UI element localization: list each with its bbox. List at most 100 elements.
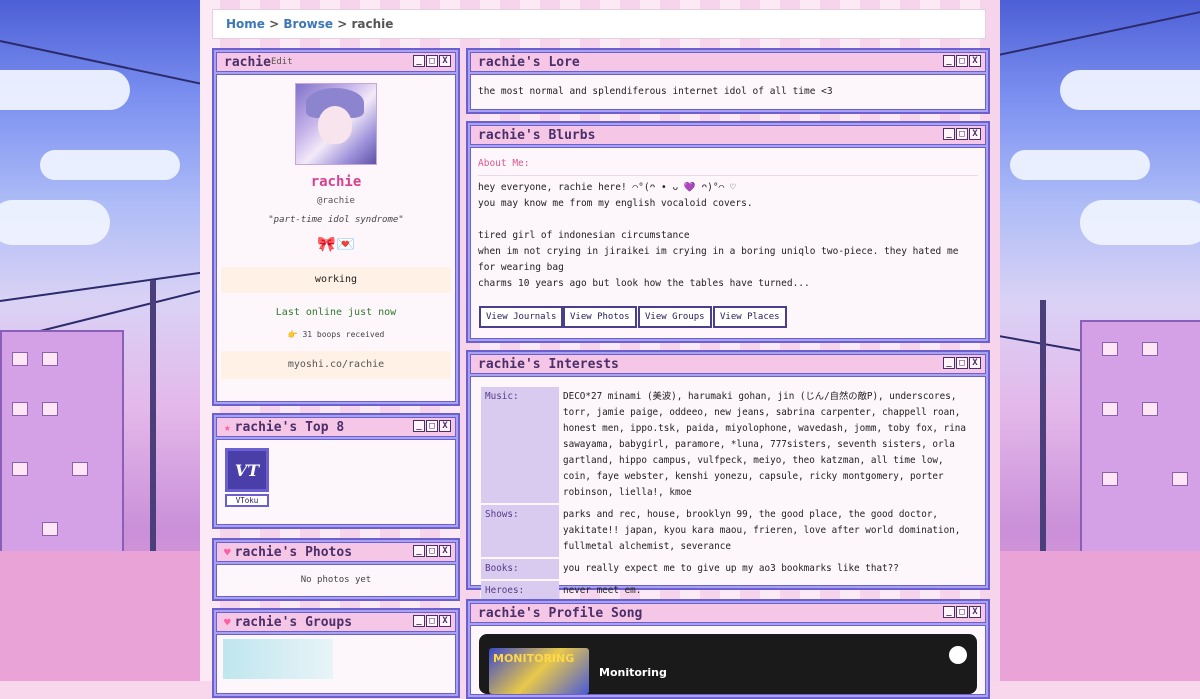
groups-window-titlebar: ♥ rachie's Groups _ □ X: [216, 612, 456, 632]
blurbs-window-title: rachie's Blurbs: [478, 127, 596, 143]
about-me-text: hey everyone, rachie here! ⌒°(ᴖ • ᴗ 💜 ᴖ)…: [471, 176, 985, 298]
main-content: Home > Browse > rachie rachie Edit _ □ X…: [200, 0, 1000, 699]
heart-icon: ♥: [224, 545, 231, 559]
close-icon[interactable]: X: [439, 615, 451, 627]
interest-row: Music: DECO*27 minami (美波), harumaki goh…: [481, 387, 975, 503]
track-title[interactable]: Monitoring: [599, 666, 667, 679]
minimize-icon[interactable]: _: [413, 615, 425, 627]
profile-url[interactable]: myoshi.co/rachie: [221, 351, 451, 379]
about-line: charms 10 years ago but look how the tab…: [478, 278, 810, 289]
no-photos-text: No photos yet: [300, 575, 372, 585]
maximize-icon[interactable]: □: [956, 606, 968, 618]
profile-song-window-body: MONITORING Monitoring: [470, 625, 986, 695]
about-line: you may know me from my english vocaloid…: [478, 198, 753, 209]
profile-handle: @rachie: [317, 196, 355, 206]
interest-value: parks and rec, house, brooklyn 99, the g…: [563, 509, 961, 552]
maximize-icon[interactable]: □: [426, 55, 438, 67]
background-scenery-right: [1000, 0, 1200, 681]
about-me-label: About Me:: [478, 158, 530, 169]
photos-window-title: rachie's Photos: [234, 544, 353, 560]
status-text: working: [221, 267, 451, 293]
breadcrumb: Home > Browse > rachie: [212, 9, 986, 39]
maximize-icon[interactable]: □: [956, 357, 968, 369]
breadcrumb-current: rachie: [351, 17, 394, 31]
interest-value: never meet em.: [563, 585, 642, 596]
about-line: [478, 212, 978, 228]
lore-window-body: the most normal and splendiferous intern…: [470, 74, 986, 110]
about-line: hey everyone, rachie here! ⌒°(ᴖ • ᴗ 💜 ᴖ)…: [478, 182, 736, 193]
view-photos-button[interactable]: View Photos: [563, 306, 637, 328]
lore-text: the most normal and splendiferous intern…: [478, 86, 833, 97]
profile-name: rachie: [310, 174, 362, 190]
friend-name: VToku: [225, 494, 269, 507]
lore-window-titlebar: rachie's Lore _ □ X: [470, 52, 986, 72]
profile-window-titlebar: rachie Edit _ □ X: [216, 52, 456, 72]
interest-value: you really expect me to give up my ao3 b…: [563, 563, 899, 574]
lore-window: rachie's Lore _ □ X the most normal and …: [466, 48, 990, 114]
blurbs-window-titlebar: rachie's Blurbs _ □ X: [470, 125, 986, 145]
breadcrumb-separator: >: [337, 17, 348, 31]
interests-table: Music: DECO*27 minami (美波), harumaki goh…: [479, 385, 977, 603]
minimize-icon[interactable]: _: [413, 545, 425, 557]
view-groups-button[interactable]: View Groups: [638, 306, 712, 328]
about-line: tired girl of indonesian circumstance: [478, 230, 690, 241]
top8-window: ★ rachie's Top 8 _ □ X VT VToku: [212, 413, 460, 529]
profile-song-window-titlebar: rachie's Profile Song _ □ X: [470, 603, 986, 623]
minimize-icon[interactable]: _: [943, 55, 955, 67]
interest-label: Shows:: [481, 505, 559, 557]
edit-profile-link[interactable]: Edit: [271, 57, 293, 67]
interest-row: Heroes: never meet em.: [481, 581, 975, 601]
groups-window-title: rachie's Groups: [234, 614, 353, 630]
group-thumbnail[interactable]: [223, 639, 333, 679]
interest-label: Heroes:: [481, 581, 559, 601]
photos-window-titlebar: ♥ rachie's Photos _ □ X: [216, 542, 456, 562]
groups-window-body: [216, 634, 456, 694]
interest-label: Music:: [481, 387, 559, 503]
interests-window-body: Music: DECO*27 minami (美波), harumaki goh…: [470, 376, 986, 601]
close-icon[interactable]: X: [969, 357, 981, 369]
maximize-icon[interactable]: □: [956, 55, 968, 67]
profile-song-window: rachie's Profile Song _ □ X MONITORING M…: [466, 599, 990, 699]
maximize-icon[interactable]: □: [426, 545, 438, 557]
interest-row: Shows: parks and rec, house, brooklyn 99…: [481, 505, 975, 557]
view-journals-button[interactable]: View Journals: [479, 306, 564, 328]
maximize-icon[interactable]: □: [956, 128, 968, 140]
minimize-icon[interactable]: _: [943, 606, 955, 618]
close-icon[interactable]: X: [439, 545, 451, 557]
breadcrumb-browse-link[interactable]: Browse: [283, 17, 333, 31]
interest-row: Books: you really expect me to give up m…: [481, 559, 975, 579]
minimize-icon[interactable]: _: [943, 357, 955, 369]
close-icon[interactable]: X: [439, 420, 451, 432]
background-scenery-left: [0, 0, 200, 681]
about-line: when im not crying in jiraikei im crying…: [478, 246, 959, 273]
view-places-button[interactable]: View Places: [713, 306, 787, 328]
profile-window-title: rachie: [224, 54, 271, 70]
profile-tagline: "part-time idol syndrome": [268, 215, 404, 225]
profile-window: rachie Edit _ □ X rachie @rachie "part-t…: [212, 48, 460, 406]
minimize-icon[interactable]: _: [413, 55, 425, 67]
close-icon[interactable]: X: [969, 606, 981, 618]
minimize-icon[interactable]: _: [413, 420, 425, 432]
close-icon[interactable]: X: [439, 55, 451, 67]
breadcrumb-separator: >: [269, 17, 280, 31]
blurbs-window-body: About Me: hey everyone, rachie here! ⌒°(…: [470, 147, 986, 339]
photos-window: ♥ rachie's Photos _ □ X No photos yet: [212, 538, 460, 601]
star-icon: ★: [224, 420, 231, 434]
profile-song-window-title: rachie's Profile Song: [478, 605, 643, 621]
photos-window-body: No photos yet: [216, 564, 456, 597]
breadcrumb-home-link[interactable]: Home: [226, 17, 265, 31]
interests-window-titlebar: rachie's Interests _ □ X: [470, 354, 986, 374]
profile-emojis: 🎀💌: [317, 235, 355, 253]
close-icon[interactable]: X: [969, 55, 981, 67]
minimize-icon[interactable]: _: [943, 128, 955, 140]
spotify-embed[interactable]: MONITORING Monitoring: [479, 634, 977, 694]
boops-count[interactable]: 👉 31 boops received: [217, 330, 455, 339]
groups-window: ♥ rachie's Groups _ □ X: [212, 608, 460, 698]
interest-value: DECO*27 minami (美波), harumaki gohan, jin…: [563, 391, 966, 498]
maximize-icon[interactable]: □: [426, 615, 438, 627]
close-icon[interactable]: X: [969, 128, 981, 140]
spotify-icon[interactable]: [949, 646, 967, 664]
heart-icon: ♥: [224, 615, 231, 629]
top8-friend[interactable]: VT VToku: [225, 448, 275, 514]
maximize-icon[interactable]: □: [426, 420, 438, 432]
